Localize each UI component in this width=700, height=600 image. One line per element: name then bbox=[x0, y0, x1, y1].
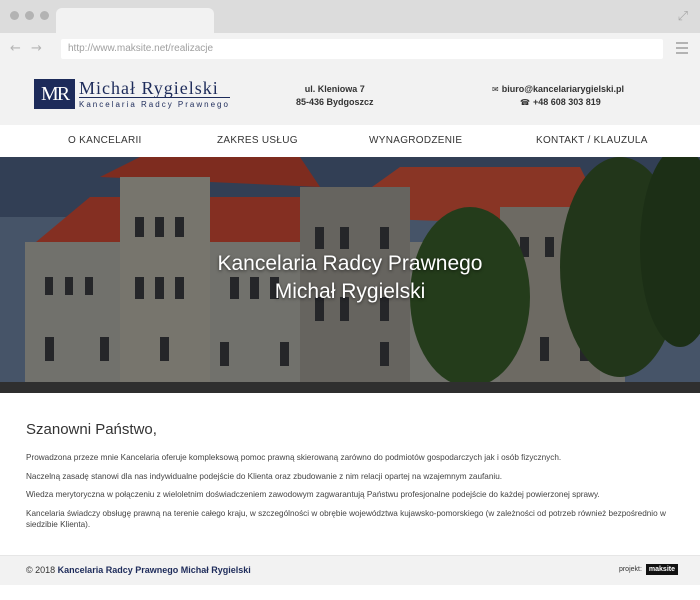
phone-link[interactable]: +48 608 303 819 bbox=[533, 96, 601, 109]
arrow-right-icon[interactable]: → bbox=[31, 41, 42, 56]
logo-name: Michał Rygielski bbox=[79, 79, 230, 98]
address-bar[interactable]: http://www.maksite.net/realizacje bbox=[61, 39, 663, 59]
greeting-heading: Szanowni Państwo, bbox=[26, 421, 157, 438]
intro-paragraph: Kancelaria świadczy obsługę prawną na te… bbox=[26, 508, 666, 530]
maksite-logo: maksite bbox=[645, 564, 678, 575]
intro-paragraph: Wiedza merytoryczna w połączeniu z wielo… bbox=[26, 490, 600, 499]
close-window-dot[interactable] bbox=[10, 11, 19, 20]
email-link[interactable]: biuro@kancelariarygielski.pl bbox=[502, 83, 624, 96]
address-city: 85-436 Bydgoszcz bbox=[296, 97, 374, 107]
address: ul. Kleniowa 7 85-436 Bydgoszcz bbox=[296, 83, 374, 109]
site-logo[interactable]: MR Michał Rygielski Kancelaria Radcy Pra… bbox=[34, 79, 230, 109]
browser-toolbar: ← → http://www.maksite.net/realizacje bbox=[0, 33, 700, 68]
nav-item-zakres-uslug[interactable]: ZAKRES USŁUG bbox=[217, 135, 298, 146]
copyright: © 2018 Kancelaria Radcy Prawnego Michał … bbox=[26, 565, 251, 575]
footer-company-link[interactable]: Kancelaria Radcy Prawnego Michał Rygiels… bbox=[58, 565, 251, 575]
site-header: MR Michał Rygielski Kancelaria Radcy Pra… bbox=[0, 68, 700, 125]
intro-section: Szanowni Państwo, Prowadzona przeze mnie… bbox=[26, 421, 676, 538]
browser-tab[interactable] bbox=[56, 8, 214, 34]
envelope-icon: ✉ bbox=[492, 85, 499, 94]
window-controls bbox=[10, 11, 49, 20]
main-nav: O KANCELARII ZAKRES USŁUG WYNAGRODZENIE … bbox=[0, 125, 700, 157]
logo-monogram: MR bbox=[34, 79, 75, 109]
nav-item-o-kancelarii[interactable]: O KANCELARII bbox=[68, 135, 142, 146]
page-bottom bbox=[0, 585, 700, 600]
phone-icon: ☎ bbox=[520, 98, 530, 107]
expand-icon[interactable]: ⤢ bbox=[678, 9, 688, 24]
copyright-year: © 2018 bbox=[26, 565, 56, 575]
site-footer: © 2018 Kancelaria Radcy Prawnego Michał … bbox=[0, 555, 700, 585]
hero-title-line2: Michał Rygielski bbox=[274, 280, 426, 303]
intro-paragraph: Prowadzona przeze mnie Kancelaria oferuj… bbox=[26, 453, 562, 462]
design-credit[interactable]: projekt: maksite bbox=[619, 564, 678, 575]
intro-paragraph: Naczelną zasadę stanowi dla nas indywidu… bbox=[26, 471, 503, 481]
browser-chrome: ⤢ ← → http://www.maksite.net/realizacje bbox=[0, 0, 700, 68]
nav-item-kontakt[interactable]: KONTAKT / KLAUZULA bbox=[536, 135, 648, 146]
minimize-window-dot[interactable] bbox=[25, 11, 34, 20]
arrow-left-icon[interactable]: ← bbox=[10, 41, 21, 56]
hero-title: Kancelaria Radcy Prawnego Michał Rygiels… bbox=[0, 250, 700, 306]
nav-item-wynagrodzenie[interactable]: WYNAGRODZENIE bbox=[369, 135, 462, 146]
address-street: ul. Kleniowa 7 bbox=[304, 84, 365, 94]
contact-info: ✉ biuro@kancelariarygielski.pl ☎ +48 608… bbox=[492, 83, 624, 109]
menu-icon[interactable] bbox=[676, 42, 688, 57]
hero-title-line1: Kancelaria Radcy Prawnego bbox=[217, 252, 483, 275]
credit-label: projekt: bbox=[618, 566, 642, 573]
maximize-window-dot[interactable] bbox=[40, 11, 49, 20]
logo-subtitle: Kancelaria Radcy Prawnego bbox=[79, 100, 230, 109]
hero-banner: Kancelaria Radcy Prawnego Michał Rygiels… bbox=[0, 157, 700, 393]
